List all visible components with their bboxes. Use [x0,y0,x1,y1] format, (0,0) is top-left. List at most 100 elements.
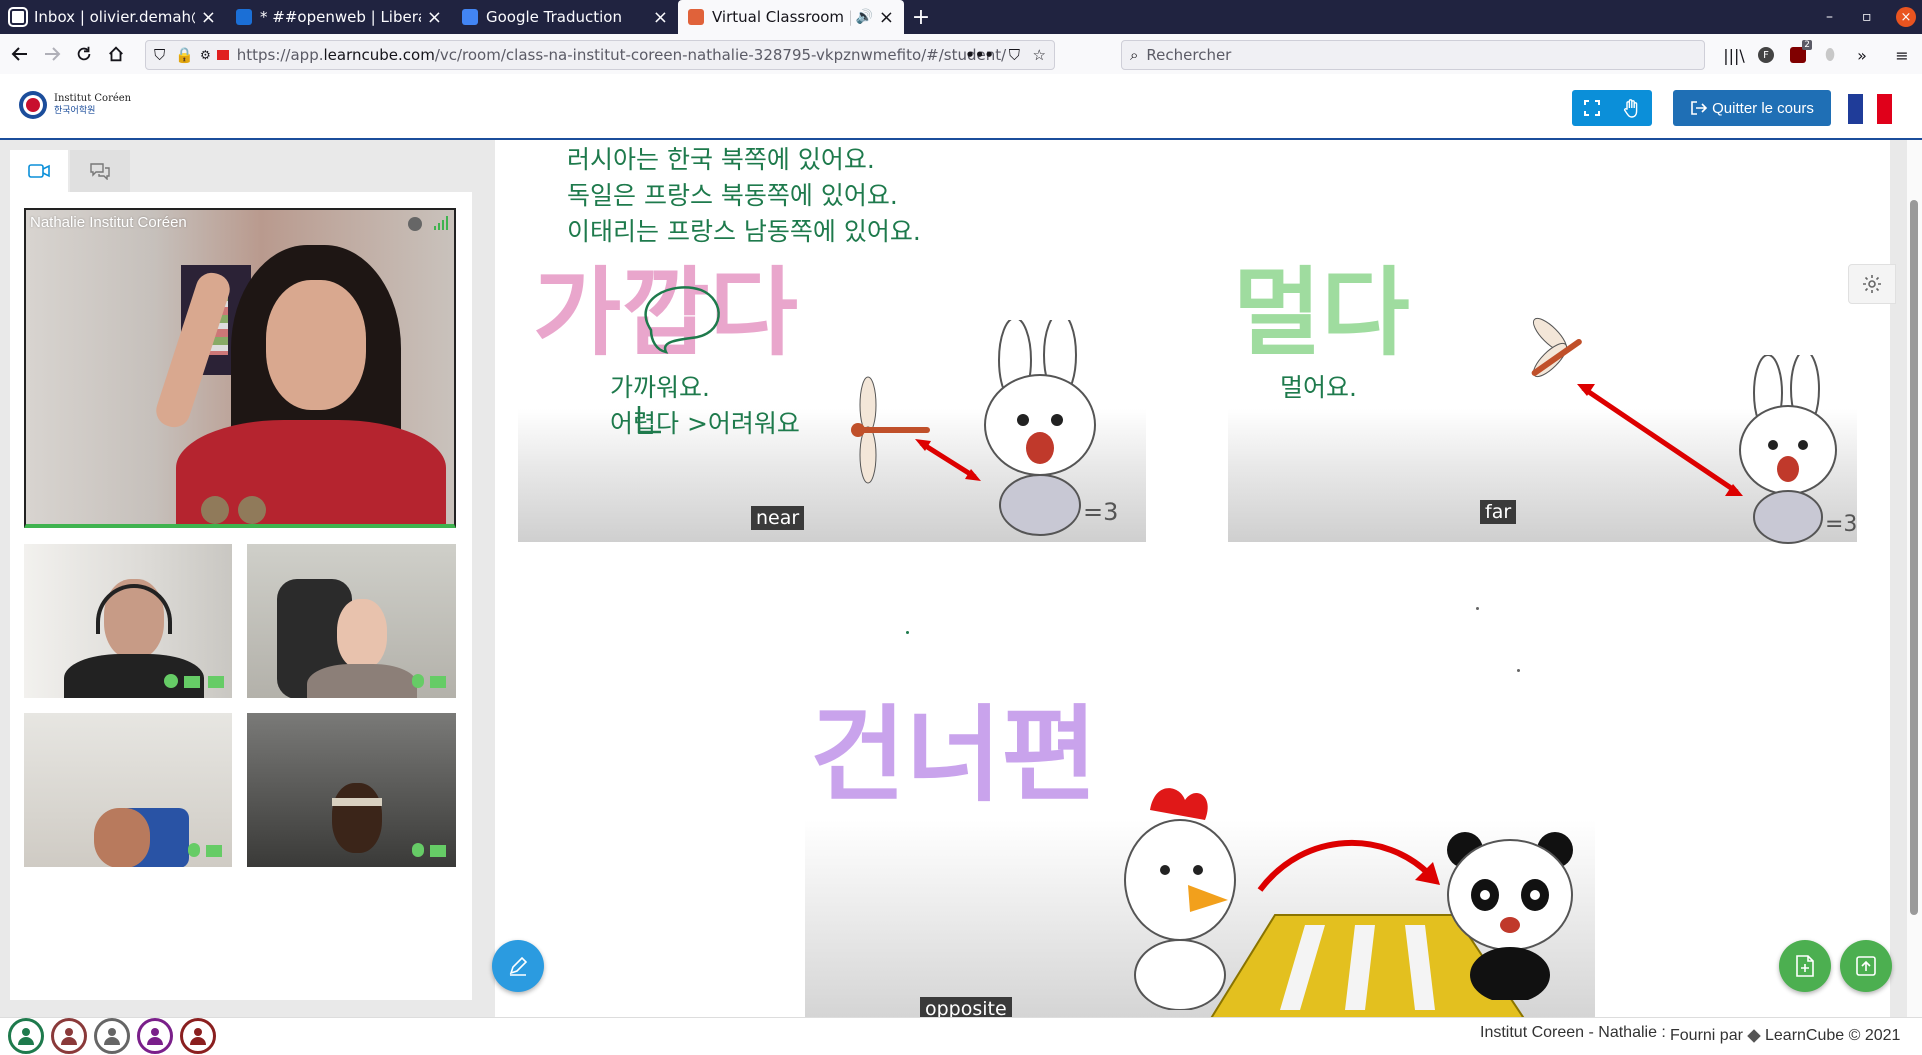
student-2-mic-icon[interactable] [412,674,424,688]
student-4-head [332,783,382,853]
student-1-mic-icon[interactable] [164,674,178,688]
tab-irc[interactable]: * ##openweb | Libera.Chat × [226,0,452,34]
url-domain: learncube.com [323,46,435,64]
learncube-cube-icon [1747,1029,1761,1043]
restore-button[interactable]: ▫ [1862,0,1872,34]
ink-dot [906,631,909,634]
window-close-button[interactable]: × [1896,7,1916,27]
shield-icon[interactable]: ⛉ [154,46,165,64]
participant-avatar-5[interactable] [180,1018,216,1054]
tab-title: Google Traduction [486,8,622,26]
student-video-3[interactable] [24,713,232,867]
user-icon [147,1028,163,1045]
participant-avatar-2[interactable] [51,1018,87,1054]
logo-title: Institut Coréen [54,93,132,104]
close-tab-icon[interactable]: × [879,7,894,28]
url-bar[interactable]: ⛉ 🔒 ⚙ https://app.learncube.com/vc/room/… [145,40,1055,70]
quit-course-button[interactable]: Quitter le cours [1673,90,1831,126]
search-bar[interactable]: ⌕ Rechercher [1121,40,1705,70]
student-2-camera-icon[interactable] [430,676,446,688]
whiteboard-canvas[interactable]: 러시아는 한국 북쪽에 있어요. 독일은 프랑스 북동쪽에 있어요. 이태리는 … [495,140,1890,1017]
student-video-1[interactable] [24,544,232,698]
url-prefix: https://app. [236,46,324,64]
student-video-2[interactable] [247,544,456,698]
participant-avatar-1[interactable] [8,1018,44,1054]
pocket-icon[interactable]: ⛉ [1009,46,1020,64]
far-caption: far [1480,500,1517,524]
svg-text:=3: =3 [1825,512,1857,537]
french-flag-language[interactable] [1848,94,1893,124]
video-tab[interactable] [10,150,68,192]
ublock-icon[interactable]: 2 [1786,40,1812,70]
signal-strength-icon [434,216,448,230]
drawing-tools-button[interactable] [492,940,544,992]
mail-favicon-icon [8,7,28,27]
vertical-scrollbar[interactable] [1907,140,1922,1017]
teacher-mic-icon[interactable] [201,496,229,524]
pencil-icon [509,956,528,976]
extension-f-icon[interactable]: F [1754,40,1778,70]
reload-button[interactable] [68,38,100,70]
student-video-4[interactable] [247,713,456,867]
tab-title: Inbox | olivier.demah@proton.me [34,8,195,26]
institute-logo[interactable]: Institut Coréen 한국어학원 [18,90,131,120]
close-tab-icon[interactable]: × [427,7,442,28]
participant-avatar-3[interactable] [94,1018,130,1054]
close-tab-icon[interactable]: × [201,7,216,28]
student-1-screen-icon[interactable] [208,676,224,688]
bookmark-star-icon[interactable]: ☆ [1033,46,1046,64]
tab-virtual-classroom[interactable]: Virtual Classroom | LearnCube 🔊 × [678,0,904,34]
app-header: Institut Coréen 한국어학원 Quitter le cours [0,74,1922,140]
forward-button[interactable] [36,38,68,70]
chat-tab[interactable] [70,150,130,192]
student-4-mic-icon[interactable] [412,843,424,857]
overflow-menu-icon[interactable]: » [1850,40,1874,70]
institute-seal-icon [19,91,47,119]
speaker-icon[interactable]: 🔊 [855,9,872,25]
far-line: 멀어요. [1280,373,1357,402]
add-file-button[interactable] [1779,940,1831,992]
camera-in-use-icon[interactable] [216,50,229,60]
student-2-body [307,664,417,698]
hamburger-menu-icon[interactable]: ≡ [1890,40,1914,70]
student-4-camera-icon[interactable] [430,845,446,857]
footer-brand-text: LearnCube © 2021 [1765,1027,1901,1044]
scrollbar-thumb[interactable] [1910,200,1918,915]
page-actions-icon[interactable]: ••• [965,46,994,64]
close-tab-icon[interactable]: × [653,7,668,28]
permissions-icon[interactable]: ⚙ [200,48,211,62]
back-arrow-icon [11,47,27,61]
student-3-mic-icon[interactable] [188,843,200,857]
tab-inbox[interactable]: Inbox | olivier.demah@proton.me × [0,0,226,34]
rabbit-far-icon: =3 [1739,355,1857,544]
add-file-icon [1796,955,1814,977]
sign-out-icon [1691,101,1708,115]
back-button[interactable] [4,38,36,70]
lock-icon[interactable]: 🔒 [175,46,194,64]
hand-drawn-circle [644,286,720,354]
upload-button[interactable] [1840,940,1892,992]
svg-text:=3: =3 [1083,498,1118,526]
student-3-camera-icon[interactable] [206,845,222,857]
tab-bar: Inbox | olivier.demah@proton.me × * ##op… [0,0,1922,34]
student-1-camera-icon[interactable] [184,676,200,688]
extension-grey-icon[interactable]: ⬮ [1818,40,1842,70]
fullscreen-button[interactable] [1572,90,1612,126]
teacher-camera-icon[interactable] [238,496,266,524]
library-icon[interactable]: |||\ [1722,40,1746,70]
home-button[interactable] [100,38,132,70]
minimize-button[interactable]: – [1826,0,1833,34]
user-icon [104,1028,120,1045]
word-opposite: 건너편 [810,694,1098,816]
logo-subtitle: 한국어학원 [54,106,96,116]
participant-avatar-4[interactable] [137,1018,173,1054]
tab-translate[interactable]: Google Traduction × [452,0,678,34]
raise-hand-button[interactable] [1612,90,1652,126]
teacher-video[interactable]: Nathalie Institut Coréen [24,208,456,528]
footer-room-text: Institut Coreen - Nathalie : [1480,1024,1666,1041]
tab-title: Virtual Classroom | LearnCube [712,8,852,26]
opposite-caption: opposite [920,997,1012,1017]
new-tab-button[interactable]: + [904,0,938,34]
curved-arrow-icon [1257,839,1440,892]
board-settings-button[interactable] [1848,264,1896,304]
